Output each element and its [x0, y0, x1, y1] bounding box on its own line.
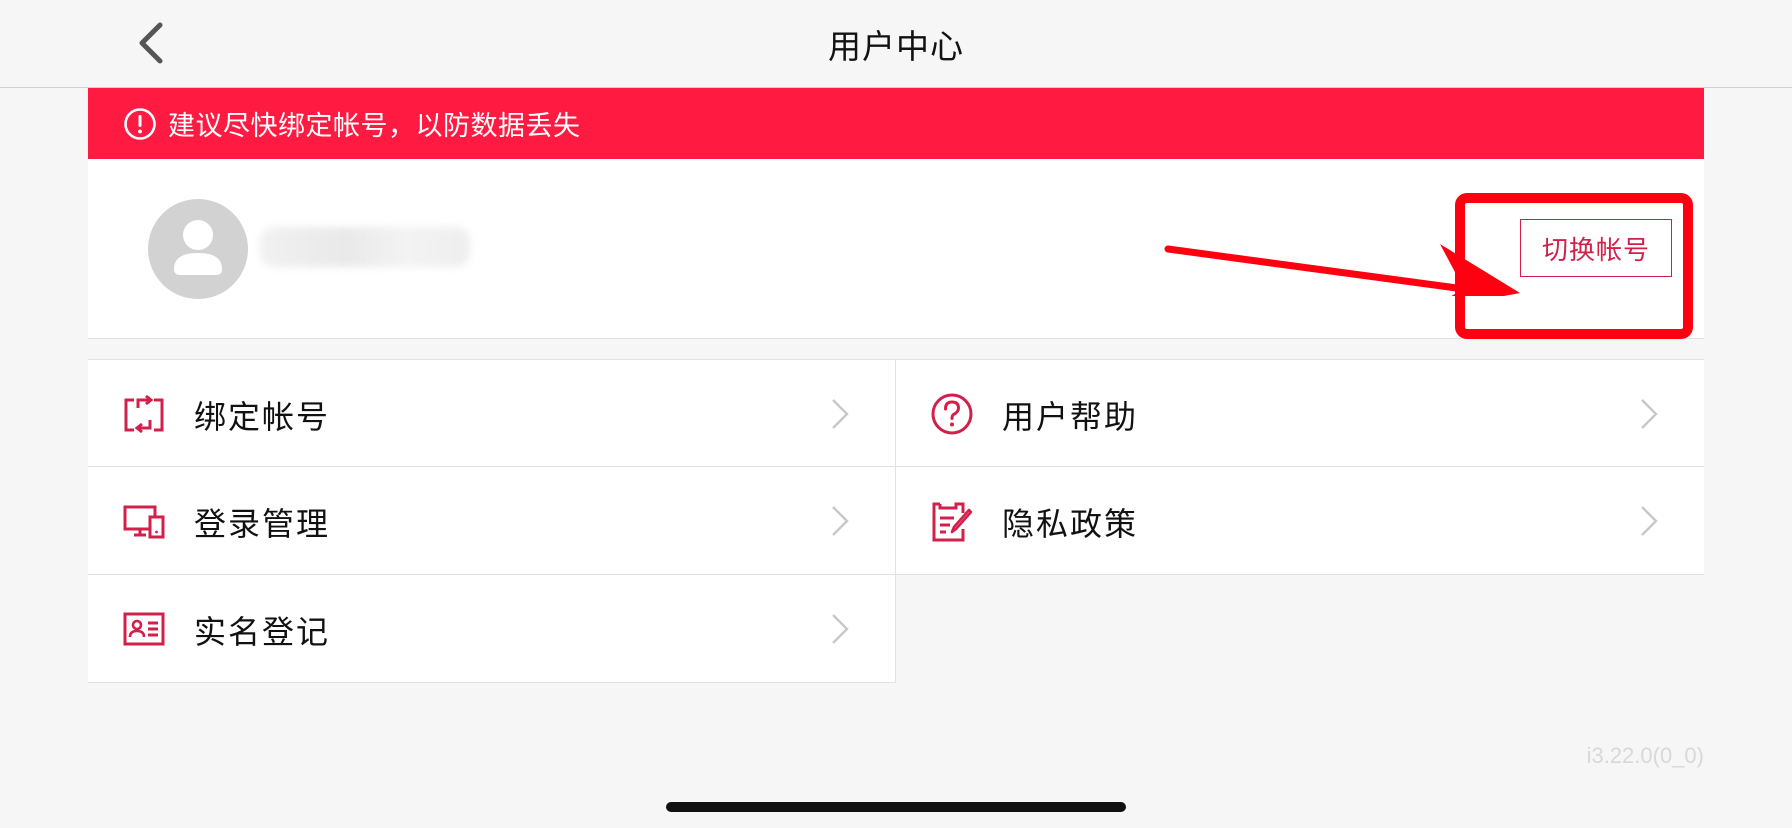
- chevron-right-icon: [832, 506, 849, 536]
- username-redacted: [260, 227, 470, 267]
- chevron-right-icon: [832, 399, 849, 429]
- menu-item-login-management[interactable]: 登录管理: [88, 467, 896, 575]
- chevron-right-icon: [1641, 506, 1658, 536]
- chevron-right-icon: [1641, 399, 1658, 429]
- menu-item-bind-account[interactable]: 绑定帐号: [88, 359, 896, 467]
- menu-label: 登录管理: [194, 505, 331, 543]
- user-icon: [174, 220, 222, 275]
- home-indicator[interactable]: [666, 802, 1126, 812]
- exclamation-circle-icon: [124, 107, 156, 140]
- warning-banner: 建议尽快绑定帐号，以防数据丢失: [88, 88, 1704, 159]
- avatar[interactable]: [148, 199, 248, 299]
- question-circle-icon: [931, 393, 973, 435]
- menu-item-real-name-registration[interactable]: 实名登记: [88, 575, 896, 683]
- user-center-page: 用户中心 建议尽快绑定帐号，以防数据丢失 切换帐号 绑定帐号 用户帮助 登录管理…: [0, 0, 1792, 828]
- devices-icon: [123, 505, 165, 539]
- warning-banner-text: 建议尽快绑定帐号，以防数据丢失: [168, 111, 581, 142]
- profile-card: 切换帐号: [88, 159, 1704, 339]
- switch-account-button[interactable]: 切换帐号: [1520, 219, 1672, 277]
- nav-header: 用户中心: [0, 0, 1792, 88]
- menu-label: 实名登记: [194, 613, 331, 651]
- menu-grid: 绑定帐号 用户帮助 登录管理 隐私政策 实名登记: [88, 359, 1704, 687]
- menu-item-privacy-policy[interactable]: 隐私政策: [896, 467, 1704, 575]
- menu-label: 隐私政策: [1002, 505, 1139, 543]
- page-title: 用户中心: [828, 27, 964, 66]
- menu-item-user-help[interactable]: 用户帮助: [896, 359, 1704, 467]
- document-edit-icon: [932, 502, 973, 542]
- menu-label: 绑定帐号: [194, 398, 331, 436]
- chevron-right-icon: [832, 614, 849, 644]
- id-card-icon: [123, 612, 165, 646]
- menu-label: 用户帮助: [1002, 398, 1139, 436]
- version-label: i3.22.0(0_0): [1586, 743, 1704, 768]
- bind-account-icon: [124, 394, 164, 434]
